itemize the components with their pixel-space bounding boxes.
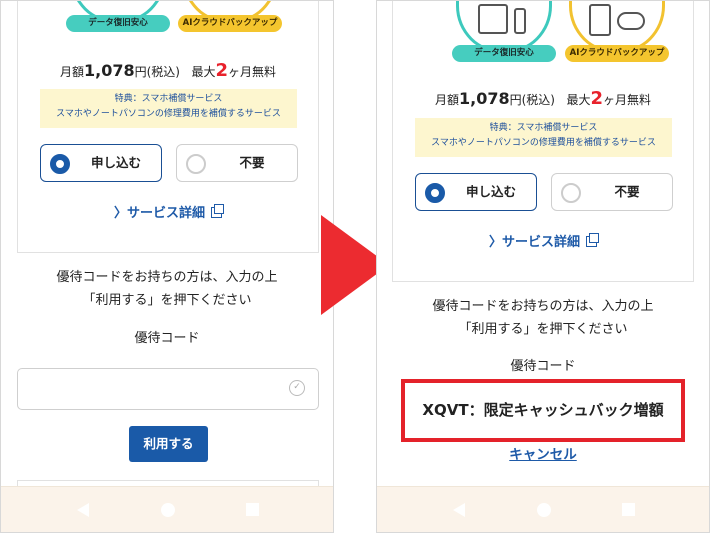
- android-nav-bar: [377, 486, 709, 532]
- nav-recent-apps-icon[interactable]: [622, 503, 635, 516]
- decline-option[interactable]: 不要: [551, 173, 673, 211]
- price-line: 月額1,078円(税込) 最大2ヶ月無料: [18, 60, 318, 81]
- price-amount: 1,078: [459, 89, 510, 108]
- coupon-code-label: 優待コード: [134, 331, 200, 346]
- service-details-label: サービス詳細: [127, 206, 206, 221]
- free-prefix: 最大: [566, 93, 591, 107]
- applied-coupon-text: XQVT：限定キャッシュバック増額: [422, 401, 664, 419]
- feature-label: AIクラウドバックアップ: [178, 15, 282, 32]
- external-link-icon: [211, 204, 225, 218]
- radio-selected-icon: [50, 154, 70, 174]
- feature-badge-ai-cloud-backup: AIクラウドバックアップ: [565, 1, 669, 62]
- phone-image-icon: [589, 4, 611, 36]
- radio-unselected-icon: [186, 154, 206, 174]
- free-months: 2: [590, 88, 603, 109]
- service-card: データ復旧安心 AIクラウドバックアップ 月額1,078円(税込) 最大2ヶ月無…: [17, 1, 319, 253]
- android-nav-bar: [1, 486, 333, 532]
- benefit-description: スマホやノートパソコンの修理費用を補償するサービス: [56, 109, 281, 119]
- feature-label: データ復旧安心: [452, 45, 556, 62]
- coupon-instructions-line2: 「利用する」を押下ください: [458, 322, 628, 337]
- price-prefix: 月額: [434, 93, 459, 107]
- nav-back-icon[interactable]: [453, 503, 465, 517]
- price-line: 月額1,078円(税込) 最大2ヶ月無料: [393, 88, 693, 109]
- use-coupon-button[interactable]: 利用する: [129, 426, 208, 462]
- free-months: 2: [215, 60, 228, 81]
- service-card: データ復旧安心 AIクラウドバックアップ 月額1,078円(税込) 最大2ヶ月無…: [392, 1, 694, 282]
- chevron-right-icon: 〉: [113, 206, 127, 221]
- usb-drive-icon: [514, 8, 526, 34]
- check-circle-icon: ✓: [289, 380, 305, 396]
- nav-home-icon[interactable]: [537, 503, 551, 517]
- service-details-link[interactable]: 〉サービス詳細: [18, 202, 318, 221]
- benefit-description: スマホやノートパソコンの修理費用を補償するサービス: [431, 138, 656, 148]
- cloud-network-icon: [617, 12, 645, 30]
- decline-option-label: 不要: [614, 184, 640, 199]
- nav-recent-apps-icon[interactable]: [246, 503, 259, 516]
- feature-label: AIクラウドバックアップ: [565, 45, 669, 62]
- chevron-right-icon: 〉: [488, 235, 502, 250]
- applied-coupon-highlight: XQVT：限定キャッシュバック増額: [401, 379, 685, 442]
- coupon-instructions-line2: 「利用する」を押下ください: [82, 293, 252, 308]
- benefit-banner: 特典：スマホ補償サービス スマホやノートパソコンの修理費用を補償するサービス: [415, 118, 672, 157]
- nav-back-icon[interactable]: [77, 503, 89, 517]
- price-prefix: 月額: [59, 65, 84, 79]
- price-unit: 円(税込): [134, 65, 180, 79]
- free-suffix: ヶ月無料: [227, 65, 276, 79]
- laptop-chart-icon: [478, 4, 508, 34]
- decline-option[interactable]: 不要: [176, 144, 298, 182]
- coupon-instructions-line1: 優待コードをお持ちの方は、入力の上: [56, 270, 278, 285]
- apply-option[interactable]: 申し込む: [40, 144, 162, 182]
- nav-home-icon[interactable]: [161, 503, 175, 517]
- service-details-link[interactable]: 〉サービス詳細: [393, 231, 693, 250]
- coupon-instructions-line1: 優待コードをお持ちの方は、入力の上: [432, 299, 654, 314]
- feature-badge-ai-cloud-backup: AIクラウドバックアップ: [178, 1, 282, 32]
- coupon-instructions: 優待コードをお持ちの方は、入力の上 「利用する」を押下ください: [1, 266, 333, 312]
- coupon-instructions: 優待コードをお持ちの方は、入力の上 「利用する」を押下ください: [377, 295, 709, 341]
- apply-option-label: 申し込む: [90, 155, 141, 170]
- external-link-icon: [586, 233, 600, 247]
- coupon-code-input[interactable]: [17, 368, 319, 410]
- cancel-coupon-link[interactable]: キャンセル: [377, 443, 709, 463]
- phone-screen-after: データ復旧安心 AIクラウドバックアップ 月額1,078円(税込) 最大2ヶ月無…: [376, 0, 710, 533]
- coupon-code-label: 優待コード: [510, 359, 576, 374]
- benefit-title: 特典：スマホ補償サービス: [114, 94, 223, 104]
- phone-screen-before: データ復旧安心 AIクラウドバックアップ 月額1,078円(税込) 最大2ヶ月無…: [0, 0, 334, 533]
- free-suffix: ヶ月無料: [602, 93, 651, 107]
- service-details-label: サービス詳細: [502, 235, 581, 250]
- price-unit: 円(税込): [509, 93, 555, 107]
- apply-option-label: 申し込む: [465, 184, 516, 199]
- free-prefix: 最大: [191, 65, 216, 79]
- feature-badge-data-recovery: データ復旧安心: [452, 1, 556, 62]
- benefit-title: 特典：スマホ補償サービス: [489, 123, 598, 133]
- benefit-banner: 特典：スマホ補償サービス スマホやノートパソコンの修理費用を補償するサービス: [40, 89, 297, 128]
- feature-badge-data-recovery: データ復旧安心: [66, 1, 170, 32]
- radio-unselected-icon: [561, 183, 581, 203]
- feature-label: データ復旧安心: [66, 15, 170, 32]
- radio-selected-icon: [425, 183, 445, 203]
- apply-option[interactable]: 申し込む: [415, 173, 537, 211]
- decline-option-label: 不要: [239, 155, 265, 170]
- price-amount: 1,078: [84, 61, 135, 80]
